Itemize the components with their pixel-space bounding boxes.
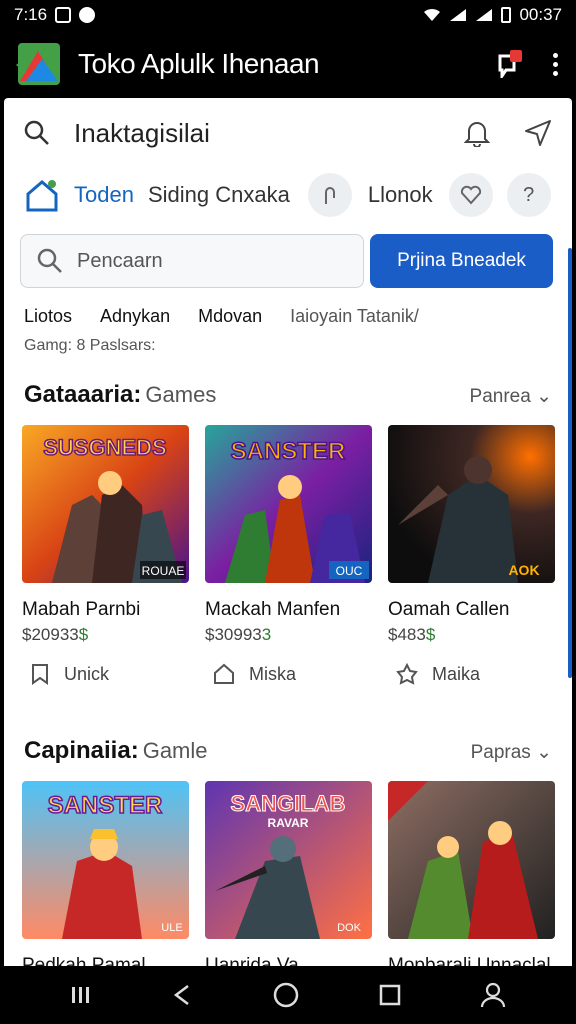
game-card[interactable]: SUSGNEDS ROUAE Mabah Parnbi $20933$ Unic…: [22, 425, 189, 685]
game-thumbnail[interactable]: SUSGNEDS ROUAE: [22, 425, 189, 583]
game-meta[interactable]: Miska: [205, 663, 372, 685]
game-name: Uanrida Va: [205, 955, 299, 966]
search-input[interactable]: [77, 249, 317, 273]
thumb-corner: ROUAE: [142, 564, 185, 578]
game-name: Mackah Manfen: [205, 599, 341, 620]
section-title: Capinaiia:: [24, 737, 139, 764]
wifi-icon: [424, 8, 441, 21]
battery-icon: [501, 7, 512, 23]
search-icon[interactable]: [24, 120, 50, 146]
thumb-corner: ULE: [161, 922, 182, 934]
notification-dot-icon: [79, 7, 96, 23]
game-card[interactable]: SANSTER OUC Mackah Manfen $309933 Miska: [205, 425, 372, 685]
filter-tab-2[interactable]: Adnykan: [100, 306, 170, 327]
status-time-right: 00:37: [519, 5, 562, 24]
thumb-corner: DOK: [337, 922, 362, 934]
filter-tab-3[interactable]: Mdovan: [198, 306, 262, 327]
search-box[interactable]: [20, 234, 364, 288]
home-nav-icon[interactable]: [272, 981, 300, 1009]
home-icon[interactable]: [24, 178, 60, 212]
cart-notification-icon[interactable]: [496, 50, 524, 78]
gesture-icon[interactable]: [307, 173, 352, 217]
search-field-icon: [37, 248, 62, 273]
category-label-3[interactable]: Llonok: [368, 182, 433, 208]
thumb-corner: OUC: [336, 564, 363, 578]
chevron-down-icon: ⌄: [536, 386, 552, 407]
filter-tabs: Liotos Adnykan Mdovan Iaioyain Tatanik/: [4, 306, 572, 327]
game-name: Mopbarali Unnaclal: [388, 955, 551, 966]
star-house-icon: [396, 663, 418, 685]
game-card[interactable]: AOK Oamah Callen $483$ Maika: [388, 425, 555, 685]
back-icon[interactable]: [170, 983, 194, 1007]
game-price: $309933: [205, 625, 272, 644]
status-time-left: 7:16: [14, 5, 48, 24]
bell-icon[interactable]: [464, 119, 490, 147]
scrollbar[interactable]: [568, 248, 572, 678]
home-label[interactable]: Toden: [74, 182, 134, 208]
help-icon[interactable]: ?: [506, 173, 551, 217]
game-meta[interactable]: Maika: [388, 663, 555, 685]
app-logo-icon[interactable]: [16, 41, 62, 87]
home-outline-icon: [214, 663, 234, 684]
game-thumbnail[interactable]: [388, 781, 555, 939]
game-name: Pedkah Pamal: [22, 955, 146, 966]
signal-2-icon: [476, 9, 493, 21]
section-more-link[interactable]: Papras ⌄: [471, 741, 552, 764]
game-thumbnail[interactable]: SANSTER OUC: [205, 425, 372, 583]
game-card[interactable]: Mopbarali Unnaclal: [388, 781, 555, 966]
thumb-banner: SANGILAB: [231, 791, 346, 816]
app-title: Toko Aplulk Ihenaan: [78, 48, 320, 79]
app-bar: Toko Aplulk Ihenaan: [0, 30, 576, 98]
thumb-banner: SANSTER: [48, 792, 163, 819]
thumb-banner: SUSGNEDS: [43, 435, 166, 460]
send-icon[interactable]: [524, 119, 552, 147]
game-cards-row-1: SUSGNEDS ROUAE Mabah Parnbi $20933$ Unic…: [4, 425, 572, 685]
game-price: $20933$: [22, 625, 89, 644]
primary-search-button[interactable]: Prjina Bneadek: [370, 234, 553, 288]
game-card[interactable]: SANSTER ULE Pedkah Pamal: [22, 781, 189, 966]
filter-tab-4[interactable]: Iaioyain Tatanik/: [290, 306, 419, 327]
status-bar: 7:16 00:37: [0, 0, 576, 30]
search-query[interactable]: Inaktagisilai: [74, 118, 210, 149]
chevron-down-icon: ⌄: [536, 742, 552, 763]
main-content: Inaktagisilai Toden Siding Cnxaka Llonok…: [4, 98, 572, 966]
category-label[interactable]: Siding Cnxaka: [148, 182, 290, 208]
search-row: Prjina Bneadek: [4, 234, 572, 288]
signal-icon: [450, 9, 467, 21]
game-meta[interactable]: Unick: [22, 663, 189, 685]
game-card[interactable]: SANGILAB RAVAR DOK Uanrida Va: [205, 781, 372, 966]
category-row: Toden Siding Cnxaka Llonok ?: [4, 168, 572, 222]
top-search-row: Inaktagisilai: [4, 98, 572, 168]
system-nav-bar: [0, 966, 576, 1024]
gallery-icon: [55, 7, 72, 23]
game-price: $483$: [388, 625, 436, 644]
game-name: Oamah Callen: [388, 599, 510, 620]
game-thumbnail[interactable]: SANSTER ULE: [22, 781, 189, 939]
heart-check-icon[interactable]: [448, 173, 493, 217]
results-count: Gamg: 8 Paslsars:: [24, 337, 156, 354]
recents-icon[interactable]: [69, 983, 93, 1007]
section-header-1: Gataaaria: Games Panrea ⌄: [4, 381, 572, 409]
section-header-2: Capinaiia: Gamle Papras ⌄: [4, 737, 572, 765]
overflow-menu-icon[interactable]: [550, 52, 560, 76]
thumb-banner: SANSTER: [231, 438, 346, 465]
game-thumbnail[interactable]: AOK: [388, 425, 555, 583]
thumb-corner: AOK: [508, 562, 539, 578]
game-thumbnail[interactable]: SANGILAB RAVAR DOK: [205, 781, 372, 939]
account-icon[interactable]: [479, 981, 507, 1009]
game-cards-row-2: SANSTER ULE Pedkah Pamal SANGILAB RAVAR …: [4, 781, 572, 966]
section-more-link[interactable]: Panrea ⌄: [470, 385, 552, 408]
bookmark-icon: [32, 664, 48, 685]
game-name: Mabah Parnbi: [22, 599, 141, 620]
overview-icon[interactable]: [378, 983, 402, 1007]
section-subtitle: Games: [145, 382, 217, 407]
section-title: Gataaaria:: [24, 381, 142, 408]
section-subtitle: Gamle: [142, 738, 208, 763]
thumb-subbanner: RAVAR: [268, 816, 309, 830]
filter-tab-1[interactable]: Liotos: [24, 306, 72, 327]
